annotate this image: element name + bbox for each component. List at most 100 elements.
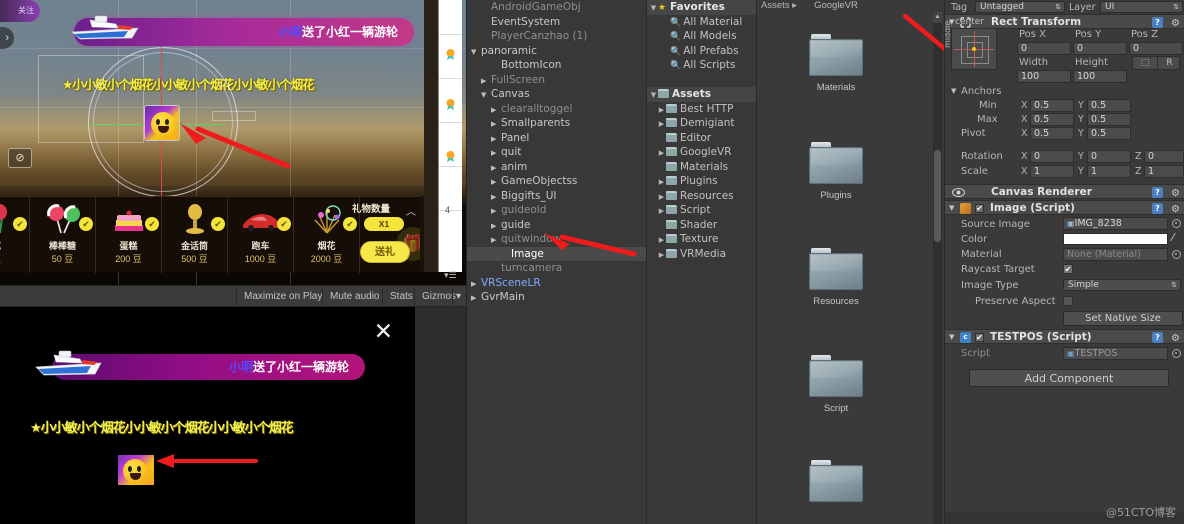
source-image-field[interactable]: ▣IMG_8238 bbox=[1063, 217, 1168, 230]
chevron-right-icon[interactable]: ▶ bbox=[491, 190, 501, 205]
image-enabled-checkbox[interactable]: ✔ bbox=[975, 204, 984, 213]
chevron-right-icon[interactable]: ▶ bbox=[491, 175, 501, 190]
hierarchy-item-anim[interactable]: ▶ anim bbox=[467, 160, 646, 175]
set-native-size-button[interactable]: Set Native Size bbox=[1063, 311, 1183, 326]
hierarchy-item-playercanzhao-1[interactable]: ▶PlayerCanzhao (1) bbox=[467, 29, 646, 44]
project-tree-folder-materials[interactable]: ▶ Materials bbox=[647, 160, 756, 175]
project-scrollbar-thumb[interactable] bbox=[934, 150, 941, 242]
hierarchy-panel[interactable]: ▶AndroidGameObj▶EventSystem▶PlayerCanzha… bbox=[466, 0, 646, 524]
rotation-x-input[interactable]: 0 bbox=[1030, 150, 1074, 163]
project-tree-assets[interactable]: ▼ Assets bbox=[647, 87, 756, 102]
project-grid-item[interactable] bbox=[781, 460, 891, 508]
eyedropper-icon[interactable]: ⁄ bbox=[1172, 231, 1174, 244]
chevron-up-icon[interactable]: ︿ bbox=[406, 203, 416, 218]
gift-item[interactable]: ✔ 蛋糕 200 豆 bbox=[96, 197, 162, 273]
raw-edit-mode-button[interactable]: R bbox=[1157, 57, 1181, 69]
chevron-right-icon[interactable]: ▶ bbox=[491, 161, 501, 176]
chevron-right-icon[interactable]: ▶ bbox=[491, 132, 501, 147]
anchor-max-y-input[interactable]: 0.5 bbox=[1087, 113, 1131, 126]
chevron-down-icon[interactable]: ▼ bbox=[951, 87, 956, 95]
game-view-toolbar[interactable]: Maximize on Play Mute audio Stats Gizmos… bbox=[0, 285, 466, 308]
follow-badge[interactable]: 关注 bbox=[0, 0, 40, 22]
chevron-right-icon[interactable]: ▶ bbox=[491, 219, 501, 234]
project-tree-folder-vrmedia[interactable]: ▶ VRMedia bbox=[647, 247, 756, 262]
chevron-down-icon[interactable]: ▼ bbox=[649, 88, 658, 103]
chevron-down-icon[interactable]: ▼ bbox=[481, 88, 491, 103]
chevron-right-icon[interactable]: ▶ bbox=[471, 291, 481, 306]
close-icon[interactable]: ✕ bbox=[374, 320, 393, 343]
hierarchy-item-gvrmain[interactable]: ▶ GvrMain bbox=[467, 290, 646, 305]
chevron-right-icon[interactable]: ▶ bbox=[657, 248, 666, 263]
tag-dropdown[interactable]: Untagged ⇅ bbox=[975, 1, 1065, 13]
project-tree-panel[interactable]: ▼★Favorites▶🔍All Material▶🔍All Models ▶🔍A… bbox=[646, 0, 756, 524]
project-tree-folder-googlevr[interactable]: ▶ GoogleVR bbox=[647, 145, 756, 160]
anchor-min-x-input[interactable]: 0.5 bbox=[1030, 99, 1074, 112]
object-picker-icon[interactable] bbox=[1172, 250, 1181, 259]
pivot-x-input[interactable]: 0.5 bbox=[1030, 127, 1074, 140]
image-component-header[interactable]: ▼ ✔ Image (Script) ? ⚙ bbox=[945, 200, 1184, 215]
image-type-dropdown[interactable]: Simple ⇅ bbox=[1063, 279, 1181, 291]
project-tree-folder-script[interactable]: ▶ Script bbox=[647, 203, 756, 218]
scroll-up-icon[interactable]: ▲ bbox=[933, 12, 942, 23]
project-grid-item[interactable]: Script bbox=[781, 355, 891, 414]
pos-y-input[interactable]: 0 bbox=[1073, 42, 1127, 55]
height-input[interactable]: 100 bbox=[1073, 70, 1127, 83]
project-tree-folder-editor[interactable]: ▶ Editor bbox=[647, 131, 756, 146]
preview-image-sprite[interactable] bbox=[118, 455, 154, 485]
hierarchy-item-quitwindow[interactable]: ▶ quitwindow bbox=[467, 232, 646, 247]
hierarchy-item-androidgameobj[interactable]: ▶AndroidGameObj bbox=[467, 0, 646, 15]
send-gift-button[interactable]: 送礼 bbox=[360, 241, 410, 263]
gizmos-dropdown-arrow[interactable]: ▾ bbox=[452, 286, 464, 308]
hierarchy-item-biggifts-ui[interactable]: ▶ Biggifts_UI bbox=[467, 189, 646, 204]
chevron-right-icon[interactable]: ▶ bbox=[657, 117, 666, 132]
rotation-y-input[interactable]: 0 bbox=[1087, 150, 1131, 163]
testpos-component-header[interactable]: ▼ c ✔ TESTPOS (Script) ? ⚙ bbox=[945, 329, 1184, 344]
hierarchy-item-quit[interactable]: ▶ quit bbox=[467, 145, 646, 160]
material-field[interactable]: None (Material) bbox=[1063, 248, 1168, 261]
help-icon[interactable]: ? bbox=[1152, 332, 1163, 343]
chevron-right-icon[interactable]: ▶ bbox=[657, 146, 666, 161]
chevron-down-icon[interactable]: ▼ bbox=[649, 1, 658, 16]
project-tree-folder-demigiant[interactable]: ▶ Demigiant bbox=[647, 116, 756, 131]
help-icon[interactable]: ? bbox=[1152, 187, 1163, 198]
scale-z-input[interactable]: 1 bbox=[1144, 165, 1184, 178]
project-tree-favorites[interactable]: ▼ ★ Favorites bbox=[647, 0, 756, 15]
project-tree-fav-all-models[interactable]: ▶🔍All Models bbox=[647, 29, 756, 44]
game-preview[interactable]: ✕ 小明送了小红一辆游轮 ★小小敏小个烟花小小敏小个烟花小小敏小个烟花 bbox=[0, 307, 415, 524]
chevron-right-icon[interactable]: ▶ bbox=[481, 74, 491, 89]
hierarchy-item-guide[interactable]: ▶ guide bbox=[467, 218, 646, 233]
project-tree-fav-all-scripts[interactable]: ▶🔍All Scripts bbox=[647, 58, 756, 73]
project-tree-fav-all-material[interactable]: ▶🔍All Material bbox=[647, 15, 756, 30]
hierarchy-item-smallparents[interactable]: ▶ Smallparents bbox=[467, 116, 646, 131]
object-picker-icon[interactable] bbox=[1172, 219, 1181, 228]
hierarchy-item-image[interactable]: ▶Image bbox=[467, 246, 646, 261]
anchor-preset-widget[interactable] bbox=[951, 28, 997, 70]
chevron-right-icon[interactable]: ▶ bbox=[491, 117, 501, 132]
project-tree-spacer[interactable]: ▶ bbox=[647, 73, 756, 88]
scale-y-input[interactable]: 1 bbox=[1087, 165, 1131, 178]
hierarchy-item-clearalltoggel[interactable]: ▶ clearalltoggel bbox=[467, 102, 646, 117]
chevron-right-icon[interactable]: ▶ bbox=[657, 233, 666, 248]
panel-options-icon[interactable]: ▾☰ bbox=[444, 270, 457, 281]
hierarchy-item-panoramic[interactable]: ▼ panoramic bbox=[467, 44, 646, 59]
gift-item[interactable]: ✔ 跑车 1000 豆 bbox=[228, 197, 294, 273]
hierarchy-item-canvas[interactable]: ▼ Canvas bbox=[467, 87, 646, 102]
project-tree-folder-best-http[interactable]: ▶ Best HTTP bbox=[647, 102, 756, 117]
pos-z-input[interactable]: 0 bbox=[1129, 42, 1183, 55]
project-scrollbar-track[interactable] bbox=[933, 12, 942, 524]
layer-dropdown[interactable]: UI ⇅ bbox=[1100, 1, 1183, 13]
hierarchy-item-turncamera[interactable]: ▶turncamera bbox=[467, 261, 646, 276]
project-tree-folder-texture[interactable]: ▶ Texture bbox=[647, 232, 756, 247]
inspector-panel[interactable]: Tag Untagged ⇅ Layer UI ⇅ ▼ Rect Transfo… bbox=[944, 0, 1184, 524]
chevron-right-icon[interactable]: ▶ bbox=[471, 277, 481, 292]
width-input[interactable]: 100 bbox=[1017, 70, 1071, 83]
chevron-down-icon[interactable]: ▼ bbox=[471, 45, 481, 60]
chevron-right-icon[interactable]: ▶ bbox=[491, 233, 501, 248]
anchor-max-x-input[interactable]: 0.5 bbox=[1030, 113, 1074, 126]
project-grid-item[interactable]: Materials bbox=[781, 34, 891, 93]
project-grid-panel[interactable]: Assets ▸ GoogleVR Materials Plugins Resour… bbox=[756, 0, 944, 524]
rotation-z-input[interactable]: 0 bbox=[1144, 150, 1184, 163]
chevron-right-icon[interactable]: ▶ bbox=[657, 103, 666, 118]
raycast-target-checkbox[interactable]: ✔ bbox=[1063, 264, 1073, 274]
hierarchy-item-eventsystem[interactable]: ▶EventSystem bbox=[467, 15, 646, 30]
